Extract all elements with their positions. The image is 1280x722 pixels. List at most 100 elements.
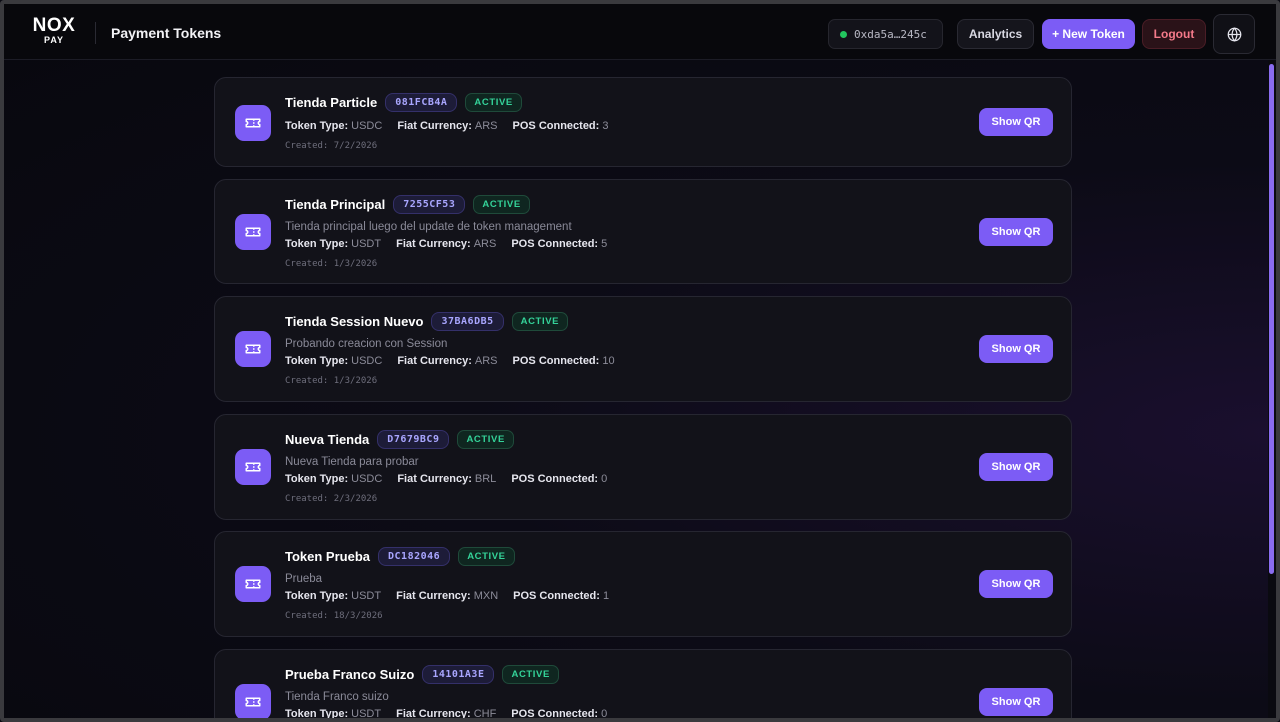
pos-connected: POS Connected: 3 — [513, 120, 609, 132]
card-title-row: Tienda Principal 7255CF53 ACTIVE — [285, 195, 530, 214]
token-code-badge[interactable]: 7255CF53 — [393, 195, 466, 214]
pos-connected-value: 10 — [602, 355, 615, 367]
token-name: Tienda Particle — [285, 95, 378, 110]
fiat-currency: Fiat Currency: CHF — [396, 708, 497, 720]
fiat-currency-label: Fiat Currency: — [396, 238, 471, 250]
show-qr-button[interactable]: Show QR — [979, 108, 1053, 136]
ticket-icon — [235, 684, 271, 718]
fiat-currency-value: MXN — [473, 590, 499, 602]
logout-button[interactable]: Logout — [1142, 19, 1206, 49]
token-name: Nueva Tienda — [285, 432, 370, 447]
pos-connected-label: POS Connected: — [511, 473, 599, 485]
token-code-badge[interactable]: 37BA6DB5 — [431, 312, 504, 331]
page-title: Payment Tokens — [111, 25, 222, 41]
fiat-currency: Fiat Currency: MXN — [396, 590, 498, 602]
created-date: Created: 1/3/2026 — [285, 376, 378, 386]
fiat-currency-label: Fiat Currency: — [397, 355, 472, 367]
nox-pay-logo[interactable]: NOX PAY — [26, 16, 82, 48]
token-meta: Token Type: USDC Fiat Currency: ARS POS Co… — [285, 355, 630, 367]
token-description: Nueva Tienda para probar — [285, 456, 419, 468]
scrollbar-thumb[interactable] — [1269, 64, 1274, 574]
token-name: Token Prueba — [285, 549, 371, 564]
logo-main-text: NOX — [32, 15, 76, 36]
header-divider — [95, 22, 96, 44]
token-code-badge[interactable]: D7679BC9 — [377, 430, 450, 449]
token-card[interactable]: Token Prueba DC182046 ACTIVE Prueba Toke… — [214, 531, 1072, 637]
card-title-row: Tienda Particle 081FCB4A ACTIVE — [285, 93, 522, 112]
wallet-address: 0xda5a…245c — [854, 27, 927, 41]
card-title-row: Tienda Session Nuevo 37BA6DB5 ACTIVE — [285, 312, 569, 331]
show-qr-button[interactable]: Show QR — [979, 335, 1053, 363]
app-window: NOX PAY Payment Tokens 0xda5a…245c Analy… — [0, 0, 1280, 722]
new-token-button[interactable]: + New Token — [1042, 19, 1135, 49]
token-card[interactable]: Tienda Session Nuevo 37BA6DB5 ACTIVE Pro… — [214, 296, 1072, 402]
pos-connected-value: 0 — [601, 708, 608, 720]
token-description: Tienda Franco suizo — [285, 691, 389, 703]
token-description: Prueba — [285, 573, 323, 585]
fiat-currency-label: Fiat Currency: — [396, 590, 471, 602]
token-code-badge[interactable]: DC182046 — [378, 547, 451, 566]
pos-connected-label: POS Connected: — [511, 238, 599, 250]
pos-connected-value: 0 — [601, 473, 608, 485]
ticket-icon — [235, 214, 271, 250]
token-description: Probando creacion con Session — [285, 338, 448, 350]
token-card[interactable]: Tienda Particle 081FCB4A ACTIVE Token Ty… — [214, 77, 1072, 167]
pos-connected: POS Connected: 0 — [511, 473, 607, 485]
ticket-icon — [235, 449, 271, 485]
created-date: Created: 18/3/2026 — [285, 611, 383, 621]
status-badge: ACTIVE — [473, 195, 530, 214]
pos-connected-value: 5 — [601, 238, 608, 250]
show-qr-button[interactable]: Show QR — [979, 453, 1053, 481]
token-card[interactable]: Nueva Tienda D7679BC9 ACTIVE Nueva Tiend… — [214, 414, 1072, 520]
token-card[interactable]: Prueba Franco Suizo 14101A3E ACTIVE Tien… — [214, 649, 1072, 720]
ticket-icon — [235, 105, 271, 141]
token-type-value: USDC — [351, 120, 383, 132]
card-title-row: Prueba Franco Suizo 14101A3E ACTIVE — [285, 665, 559, 684]
show-qr-button[interactable]: Show QR — [979, 218, 1053, 246]
pos-connected-value: 1 — [602, 590, 610, 602]
fiat-currency-value: ARS — [473, 238, 497, 250]
pos-connected: POS Connected: 5 — [511, 238, 607, 250]
token-meta: Token Type: USDC Fiat Currency: ARS POS Co… — [285, 120, 623, 132]
token-type-value: USDT — [351, 708, 382, 720]
fiat-currency: Fiat Currency: ARS — [396, 238, 496, 250]
show-qr-button[interactable]: Show QR — [979, 570, 1053, 598]
fiat-currency: Fiat Currency: ARS — [397, 120, 497, 132]
token-type: Token Type: USDT — [285, 708, 382, 720]
token-type: Token Type: USDT — [285, 238, 381, 250]
fiat-currency-value: ARS — [474, 120, 498, 132]
status-badge: ACTIVE — [458, 547, 515, 566]
fiat-currency-value: CHF — [473, 708, 497, 720]
token-meta: Token Type: USDT Fiat Currency: ARS POS Co… — [285, 238, 622, 250]
wallet-address-chip[interactable]: 0xda5a…245c — [828, 19, 943, 49]
token-name: Tienda Principal — [285, 197, 386, 212]
token-type-value: USDC — [351, 355, 383, 367]
token-description: Tienda principal luego del update de tok… — [285, 221, 572, 233]
logo-sub-text: PAY — [43, 35, 64, 45]
pos-connected: POS Connected: 10 — [513, 355, 615, 367]
show-qr-button[interactable]: Show QR — [979, 688, 1053, 716]
created-date: Created: 7/2/2026 — [285, 141, 378, 151]
token-type-value: USDT — [351, 590, 382, 602]
token-type: Token Type: USDT — [285, 590, 381, 602]
fiat-currency-value: ARS — [474, 355, 498, 367]
pos-connected: POS Connected: 1 — [513, 590, 609, 602]
token-name: Tienda Session Nuevo — [285, 314, 424, 329]
token-card[interactable]: Tienda Principal 7255CF53 ACTIVE Tienda … — [214, 179, 1072, 284]
pos-connected-value: 3 — [602, 120, 609, 132]
fiat-currency-label: Fiat Currency: — [397, 120, 472, 132]
pos-connected-label: POS Connected: — [512, 355, 600, 367]
language-button[interactable] — [1213, 14, 1255, 54]
token-code-badge[interactable]: 14101A3E — [422, 665, 495, 684]
pos-connected-label: POS Connected: — [511, 708, 599, 720]
analytics-button[interactable]: Analytics — [957, 19, 1034, 49]
connected-status-dot — [840, 30, 847, 38]
token-type-label: Token Type: — [285, 473, 349, 485]
status-badge: ACTIVE — [465, 93, 522, 112]
token-name: Prueba Franco Suizo — [285, 667, 415, 682]
token-type-label: Token Type: — [285, 355, 349, 367]
token-meta: Token Type: USDT Fiat Currency: MXN POS Co… — [285, 590, 624, 602]
ticket-icon — [235, 566, 271, 602]
token-code-badge[interactable]: 081FCB4A — [385, 93, 458, 112]
token-type: Token Type: USDC — [285, 120, 382, 132]
